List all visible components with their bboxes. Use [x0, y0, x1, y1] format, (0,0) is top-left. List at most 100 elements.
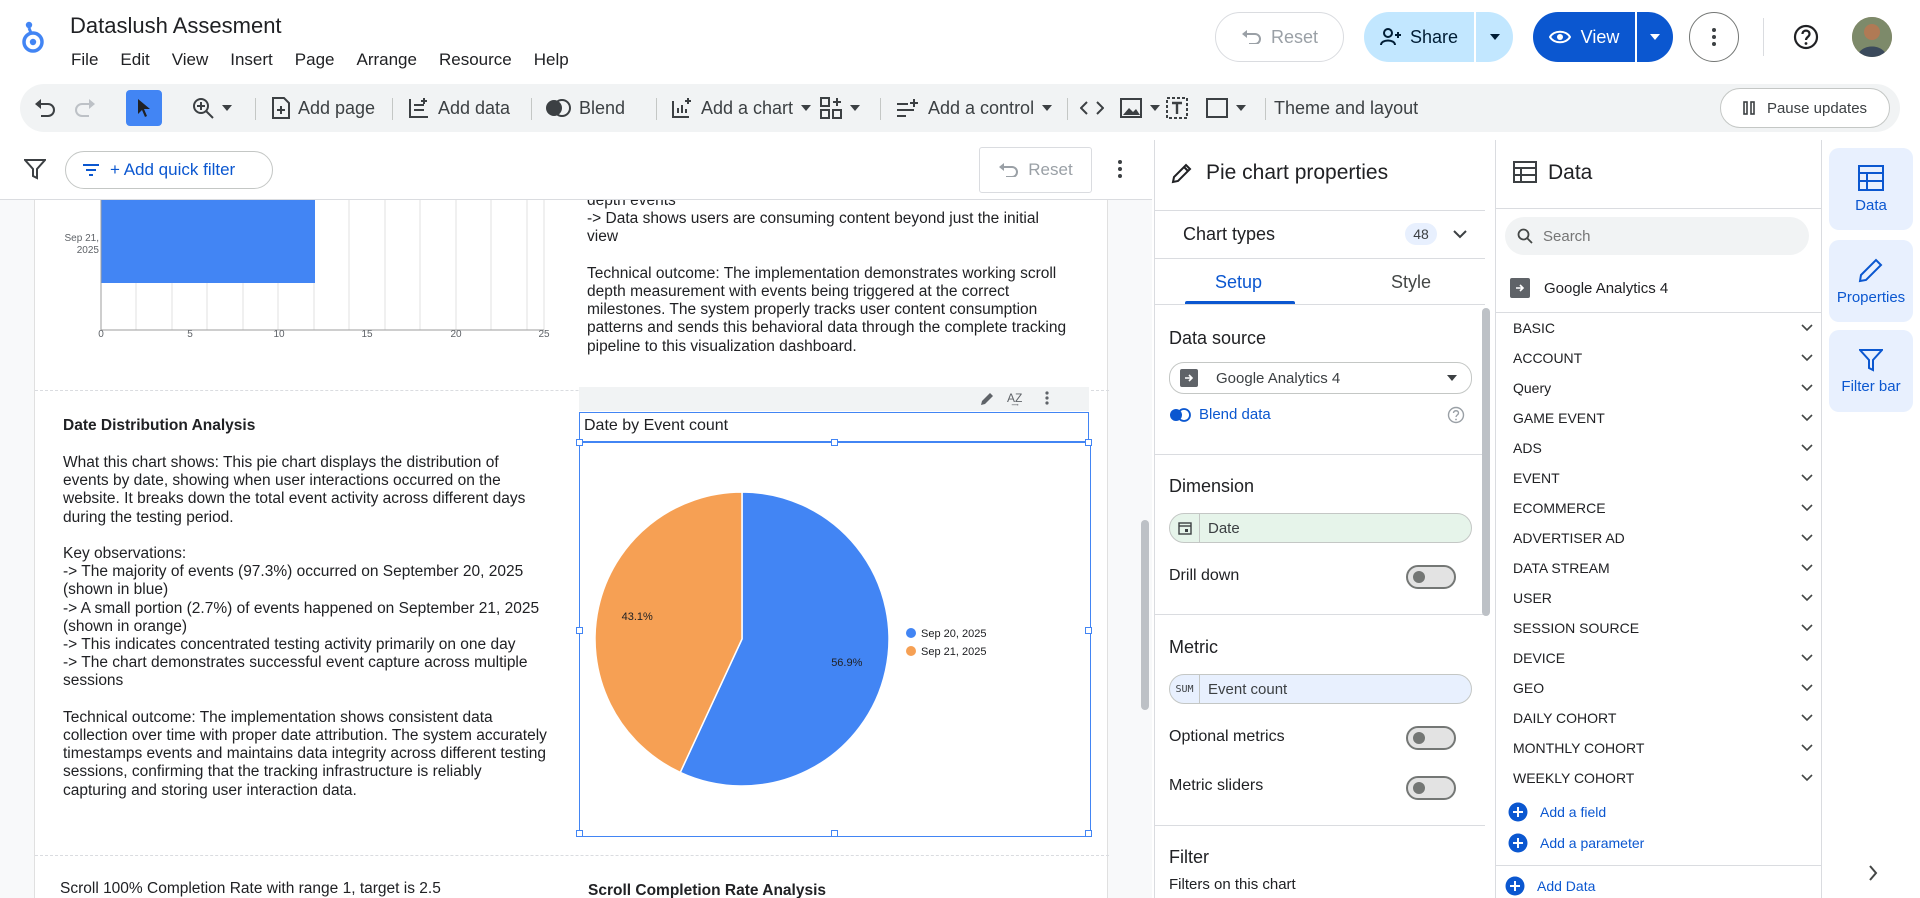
menu-file[interactable]: File: [60, 48, 109, 72]
add-control-button[interactable]: Add a control: [896, 84, 1053, 132]
legend-swatch: [906, 628, 916, 638]
rail-filter-bar-button[interactable]: Filter bar: [1829, 330, 1913, 412]
menu-page[interactable]: Page: [284, 48, 346, 72]
metric-chip-event-count[interactable]: SUM Event count: [1169, 674, 1472, 704]
chart-title[interactable]: Date by Event count: [579, 412, 1089, 442]
view-dropdown-button[interactable]: [1637, 12, 1673, 62]
field-category[interactable]: ECOMMERCE: [1513, 493, 1813, 523]
field-category[interactable]: DEVICE: [1513, 643, 1813, 673]
field-category[interactable]: USER: [1513, 583, 1813, 613]
view-button[interactable]: View: [1533, 12, 1635, 62]
x-tick-15: 15: [361, 329, 373, 340]
resize-handle[interactable]: [576, 627, 583, 634]
blend-data-link[interactable]: Blend data: [1169, 406, 1271, 423]
pencil-icon: [1171, 162, 1193, 184]
header-reset-button[interactable]: Reset: [1215, 12, 1344, 62]
looker-studio-logo[interactable]: [20, 20, 46, 54]
legend-label[interactable]: Sep 21, 2025: [921, 646, 986, 658]
filter-icon[interactable]: [24, 158, 46, 180]
field-category[interactable]: GAME EVENT: [1513, 403, 1813, 433]
chart-more-icon[interactable]: [1045, 391, 1049, 405]
menu-resource[interactable]: Resource: [428, 48, 523, 72]
add-data-button[interactable]: Add data: [408, 84, 510, 132]
tab-style[interactable]: Style: [1391, 272, 1431, 293]
field-category[interactable]: MONTHLY COHORT: [1513, 733, 1813, 763]
scroll-depth-bar-chart[interactable]: 0 5 10 15 20 25 Sep 21, 2025: [35, 200, 575, 390]
add-quick-filter-button[interactable]: + Add quick filter: [65, 151, 273, 189]
add-page-button[interactable]: Add page: [272, 84, 375, 132]
field-category[interactable]: BASIC: [1513, 313, 1813, 343]
menu-insert[interactable]: Insert: [219, 48, 284, 72]
pause-icon: [1743, 101, 1755, 115]
select-tool-button[interactable]: [126, 90, 162, 126]
redo-button[interactable]: [74, 84, 96, 132]
embed-url-button[interactable]: [1080, 84, 1104, 132]
data-source-item[interactable]: Google Analytics 4: [1510, 278, 1668, 298]
resize-handle[interactable]: [576, 830, 583, 837]
rail-data-button[interactable]: Data: [1829, 148, 1913, 230]
field-category[interactable]: ADVERTISER AD: [1513, 523, 1813, 553]
image-button[interactable]: [1120, 84, 1160, 132]
sort-az-icon[interactable]: A͢Z: [1007, 391, 1022, 405]
report-title[interactable]: Dataslush Assesment: [70, 13, 282, 39]
resize-handle[interactable]: [831, 439, 838, 446]
add-field-link[interactable]: Add a field: [1508, 802, 1606, 822]
pause-updates-button[interactable]: Pause updates: [1720, 88, 1890, 128]
share-button[interactable]: Share: [1364, 12, 1474, 62]
share-dropdown-button[interactable]: [1476, 12, 1513, 62]
undo-button[interactable]: [34, 84, 56, 132]
field-category[interactable]: GEO: [1513, 673, 1813, 703]
table-icon: [1513, 161, 1537, 183]
chevron-down-icon[interactable]: [1453, 230, 1467, 239]
data-source-select[interactable]: Google Analytics 4: [1169, 362, 1472, 394]
menu-edit[interactable]: Edit: [109, 48, 160, 72]
chart-types-label[interactable]: Chart types: [1183, 224, 1275, 245]
metric-sliders-toggle[interactable]: [1406, 776, 1456, 800]
help-outline-icon[interactable]: [1447, 406, 1465, 424]
resize-handle[interactable]: [1085, 830, 1092, 837]
resize-handle[interactable]: [1085, 627, 1092, 634]
user-avatar[interactable]: [1852, 17, 1892, 57]
menu-view[interactable]: View: [161, 48, 220, 72]
properties-scrollbar[interactable]: [1482, 308, 1490, 616]
data-search-input[interactable]: [1543, 227, 1783, 245]
field-category[interactable]: SESSION SOURCE: [1513, 613, 1813, 643]
chevron-right-icon[interactable]: [1868, 865, 1878, 881]
metric-aggregation[interactable]: SUM: [1170, 675, 1200, 703]
blend-button[interactable]: Blend: [545, 84, 625, 132]
rail-properties-button[interactable]: Properties: [1829, 240, 1913, 322]
canvas-more-button[interactable]: [1118, 160, 1122, 183]
filter-reset-button[interactable]: Reset: [979, 147, 1092, 193]
menu-arrange[interactable]: Arrange: [345, 48, 427, 72]
pie-chart[interactable]: 56.9% 43.1% Sep 20, 2025 Sep 21, 2025: [576, 439, 1092, 837]
tab-setup[interactable]: Setup: [1215, 272, 1262, 293]
help-button[interactable]: [1786, 12, 1826, 62]
dimension-chip-date[interactable]: Date: [1169, 513, 1472, 543]
field-category[interactable]: WEEKLY COHORT: [1513, 763, 1813, 793]
field-category[interactable]: DAILY COHORT: [1513, 703, 1813, 733]
field-category[interactable]: ADS: [1513, 433, 1813, 463]
field-category[interactable]: Query: [1513, 373, 1813, 403]
data-search-box[interactable]: [1505, 217, 1809, 255]
add-parameter-link[interactable]: Add a parameter: [1508, 833, 1644, 853]
shape-button[interactable]: [1206, 84, 1246, 132]
resize-handle[interactable]: [831, 830, 838, 837]
community-visualizations-button[interactable]: [820, 84, 860, 132]
field-category[interactable]: ACCOUNT: [1513, 343, 1813, 373]
drill-down-toggle[interactable]: [1406, 565, 1456, 589]
more-options-button[interactable]: [1689, 12, 1739, 62]
legend-label[interactable]: Sep 20, 2025: [921, 628, 986, 640]
resize-handle[interactable]: [1085, 439, 1092, 446]
resize-handle[interactable]: [576, 439, 583, 446]
zoom-button[interactable]: [192, 84, 232, 132]
add-data-link[interactable]: Add Data: [1505, 876, 1595, 896]
theme-layout-button[interactable]: Theme and layout: [1274, 84, 1418, 132]
menu-help[interactable]: Help: [523, 48, 580, 72]
add-chart-button[interactable]: Add a chart: [671, 84, 812, 132]
field-category[interactable]: DATA STREAM: [1513, 553, 1813, 583]
text-box-button[interactable]: [1166, 84, 1188, 132]
field-category[interactable]: EVENT: [1513, 463, 1813, 493]
canvas-scrollbar[interactable]: [1141, 520, 1149, 710]
edit-pencil-icon[interactable]: [979, 391, 995, 407]
optional-metrics-toggle[interactable]: [1406, 726, 1456, 750]
